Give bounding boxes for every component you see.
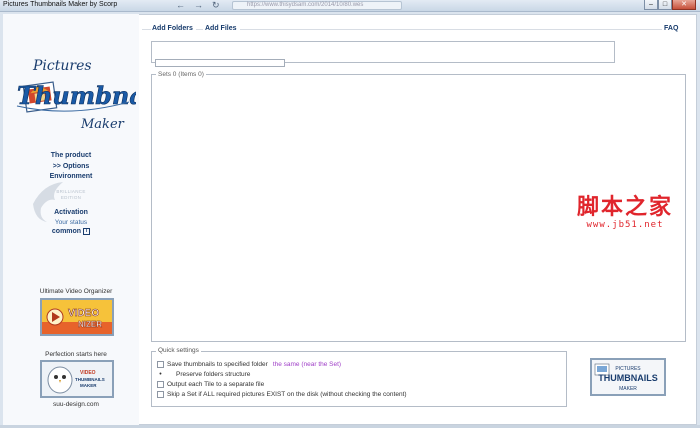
sets-label: Sets 0 (Items 0) <box>156 71 206 78</box>
logo-line1: Pictures <box>32 58 92 74</box>
skip-set-checkbox[interactable] <box>157 391 164 398</box>
refresh-icon[interactable]: ↻ <box>212 0 220 11</box>
watermark: 脚本之家 www.jb51.net <box>565 194 685 231</box>
video-thumbnails-promo[interactable]: VIDEO THUMBNAILS MAKER <box>40 360 114 398</box>
faq-link[interactable]: FAQ <box>664 25 678 32</box>
add-files-button[interactable]: Add Files <box>205 25 237 32</box>
quick-settings-group <box>151 351 567 407</box>
sidebar-item-options[interactable]: >> Options <box>3 162 139 173</box>
sidebar-item-activation[interactable]: Activation <box>3 208 139 219</box>
toolbar-divider <box>240 29 662 30</box>
option-preserve-structure: • Preserve folders structure <box>157 371 250 378</box>
sidebar-item-environment[interactable]: Environment <box>3 172 139 183</box>
svg-text:MAKER: MAKER <box>80 383 97 388</box>
watermark-url: www.jb51.net <box>586 220 664 230</box>
svg-text:MAKER: MAKER <box>619 386 637 392</box>
logo-line3: Maker <box>80 117 125 132</box>
save-to-folder-checkbox[interactable] <box>157 361 164 368</box>
bird-watermark-icon <box>33 182 63 222</box>
ptm-badge-icon: PICTURES THUMBNAILS MAKER <box>592 360 664 394</box>
output-each-tile-label: Output each Tile to a separate file <box>167 381 265 388</box>
progress-bar <box>155 59 285 67</box>
video-organizer-label: Ultimate Video Organizer <box>39 288 113 295</box>
pictures-thumbnails-maker-badge[interactable]: PICTURES THUMBNAILS MAKER <box>590 358 666 396</box>
status-common[interactable]: common i <box>3 227 139 238</box>
add-folders-button[interactable]: Add Folders <box>152 25 193 32</box>
address-bar[interactable]: https://www.thisydsam.com/2014/10/80.wes <box>232 1 402 10</box>
svg-text:PICTURES: PICTURES <box>615 366 641 372</box>
svg-text:VIDEO: VIDEO <box>80 370 96 376</box>
left-panel: Pictures Thumbnails Maker The product >>… <box>3 14 139 425</box>
title-bar: Pictures Thumbnails Maker by Scorp ← → ↻… <box>0 0 700 12</box>
app-logo: Pictures Thumbnails Maker <box>17 58 136 132</box>
quick-settings-label: Quick settings <box>156 347 201 354</box>
sidebar-item-product[interactable]: The product <box>3 151 139 162</box>
watermark-chars: 脚本之家 <box>576 194 673 220</box>
sidebar-nav: The product >> Options Environment BRILL… <box>3 151 139 238</box>
window-title: Pictures Thumbnails Maker by Scorp <box>3 1 118 8</box>
option-output-each-tile: Output each Tile to a separate file <box>157 381 264 388</box>
videonizer-badge-icon: VIDEO NIZER <box>42 300 112 334</box>
owl-badge-icon: VIDEO THUMBNAILS MAKER <box>42 362 112 396</box>
minimize-button[interactable]: – <box>644 0 658 10</box>
same-near-set-link[interactable]: the same (near the Set) <box>273 361 341 368</box>
forward-arrow-icon[interactable]: → <box>194 0 203 11</box>
option-skip-set: Skip a Set if ALL required pictures EXIS… <box>157 391 407 398</box>
info-icon[interactable]: i <box>83 227 91 235</box>
status-common-label: common <box>51 228 82 235</box>
perfection-label: Perfection starts here <box>45 351 107 358</box>
option-save-to-folder: Save thumbnails to specified folder the … <box>157 361 341 368</box>
bullet-icon: • <box>159 371 162 378</box>
logo-line2: Thumbnails <box>17 81 136 110</box>
svg-text:NIZER: NIZER <box>78 320 102 329</box>
toolbar-divider <box>196 29 203 30</box>
maximize-button[interactable]: □ <box>658 0 672 10</box>
site-link[interactable]: suu-design.com <box>3 401 149 408</box>
videonizer-promo[interactable]: VIDEO NIZER <box>40 298 114 336</box>
skip-set-label: Skip a Set if ALL required pictures EXIS… <box>167 391 407 398</box>
save-to-folder-label: Save thumbnails to specified folder <box>167 361 268 368</box>
close-button[interactable]: ✕ <box>672 0 696 10</box>
svg-text:THUMBNAILS: THUMBNAILS <box>598 373 658 383</box>
your-status-label: Your status <box>54 219 88 226</box>
preserve-structure-label: Preserve folders structure <box>176 371 251 378</box>
output-each-tile-checkbox[interactable] <box>157 381 164 388</box>
back-arrow-icon[interactable]: ← <box>176 0 185 11</box>
svg-text:VIDEO: VIDEO <box>68 308 99 319</box>
svg-text:THUMBNAILS: THUMBNAILS <box>75 377 105 382</box>
toolbar-divider <box>142 29 151 30</box>
